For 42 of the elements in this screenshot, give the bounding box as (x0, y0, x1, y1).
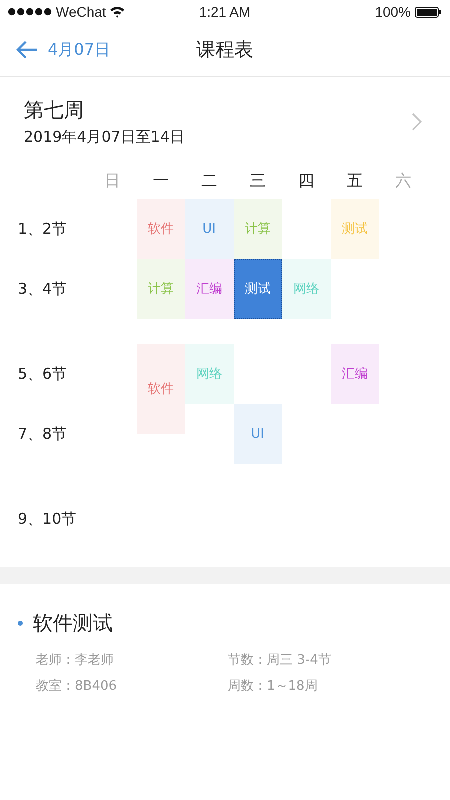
weekday-header: 五 (346, 170, 363, 192)
back-button[interactable]: 4月07日 (16, 40, 111, 60)
period-label: 1、2节 (17, 220, 68, 238)
wifi-icon (110, 6, 126, 18)
weekday-header: 四 (298, 170, 314, 192)
chevron-right-icon[interactable] (412, 113, 422, 131)
course-block[interactable]: 软件 (136, 199, 185, 259)
signal-icon (8, 8, 52, 16)
weekday-header: 一 (152, 170, 169, 192)
period-label: 5、6节 (17, 364, 68, 384)
weekday-header: 三 (250, 170, 266, 192)
period-label: 3、4节 (17, 280, 68, 298)
clock-time: 1:21 AM (199, 4, 251, 20)
weekday-header: 二 (201, 170, 218, 192)
course-title: 软件测试 (33, 610, 113, 637)
course-info: 老师：李老师 (36, 652, 115, 669)
course-info: 教室：8B406 (36, 678, 118, 695)
course-block[interactable]: 测试 (234, 259, 282, 319)
weekday-header: 六 (395, 170, 412, 192)
period-label: 9、10节 (17, 510, 78, 528)
course-info: 周数：1～18周 (228, 678, 319, 695)
course-block[interactable]: 网络 (185, 344, 234, 404)
course-block[interactable]: 汇编 (185, 259, 234, 319)
course-block[interactable]: 计算 (136, 259, 185, 319)
week-title: 第七周 (24, 97, 84, 124)
battery-percent: 100% (375, 4, 411, 20)
carrier-name: WeChat (56, 4, 106, 20)
course-block[interactable]: 网络 (282, 259, 330, 319)
battery-icon (415, 6, 442, 18)
page-title: 课程表 (196, 39, 254, 61)
course-info: 节数：周三 3-4节 (228, 652, 332, 669)
course-block[interactable]: 测试 (330, 199, 379, 259)
weekday-header: 日 (104, 170, 120, 192)
course-block[interactable]: UI (185, 199, 234, 259)
bullet-dot (18, 621, 23, 626)
course-block[interactable]: 汇编 (330, 344, 379, 404)
week-date-range: 2019年4月07日至14日 (24, 128, 185, 147)
course-block[interactable]: 软件 (136, 344, 185, 434)
back-arrow-icon (16, 40, 38, 60)
period-label: 7、8节 (17, 424, 68, 444)
course-block[interactable]: UI (234, 404, 282, 464)
course-block[interactable]: 计算 (234, 199, 282, 259)
